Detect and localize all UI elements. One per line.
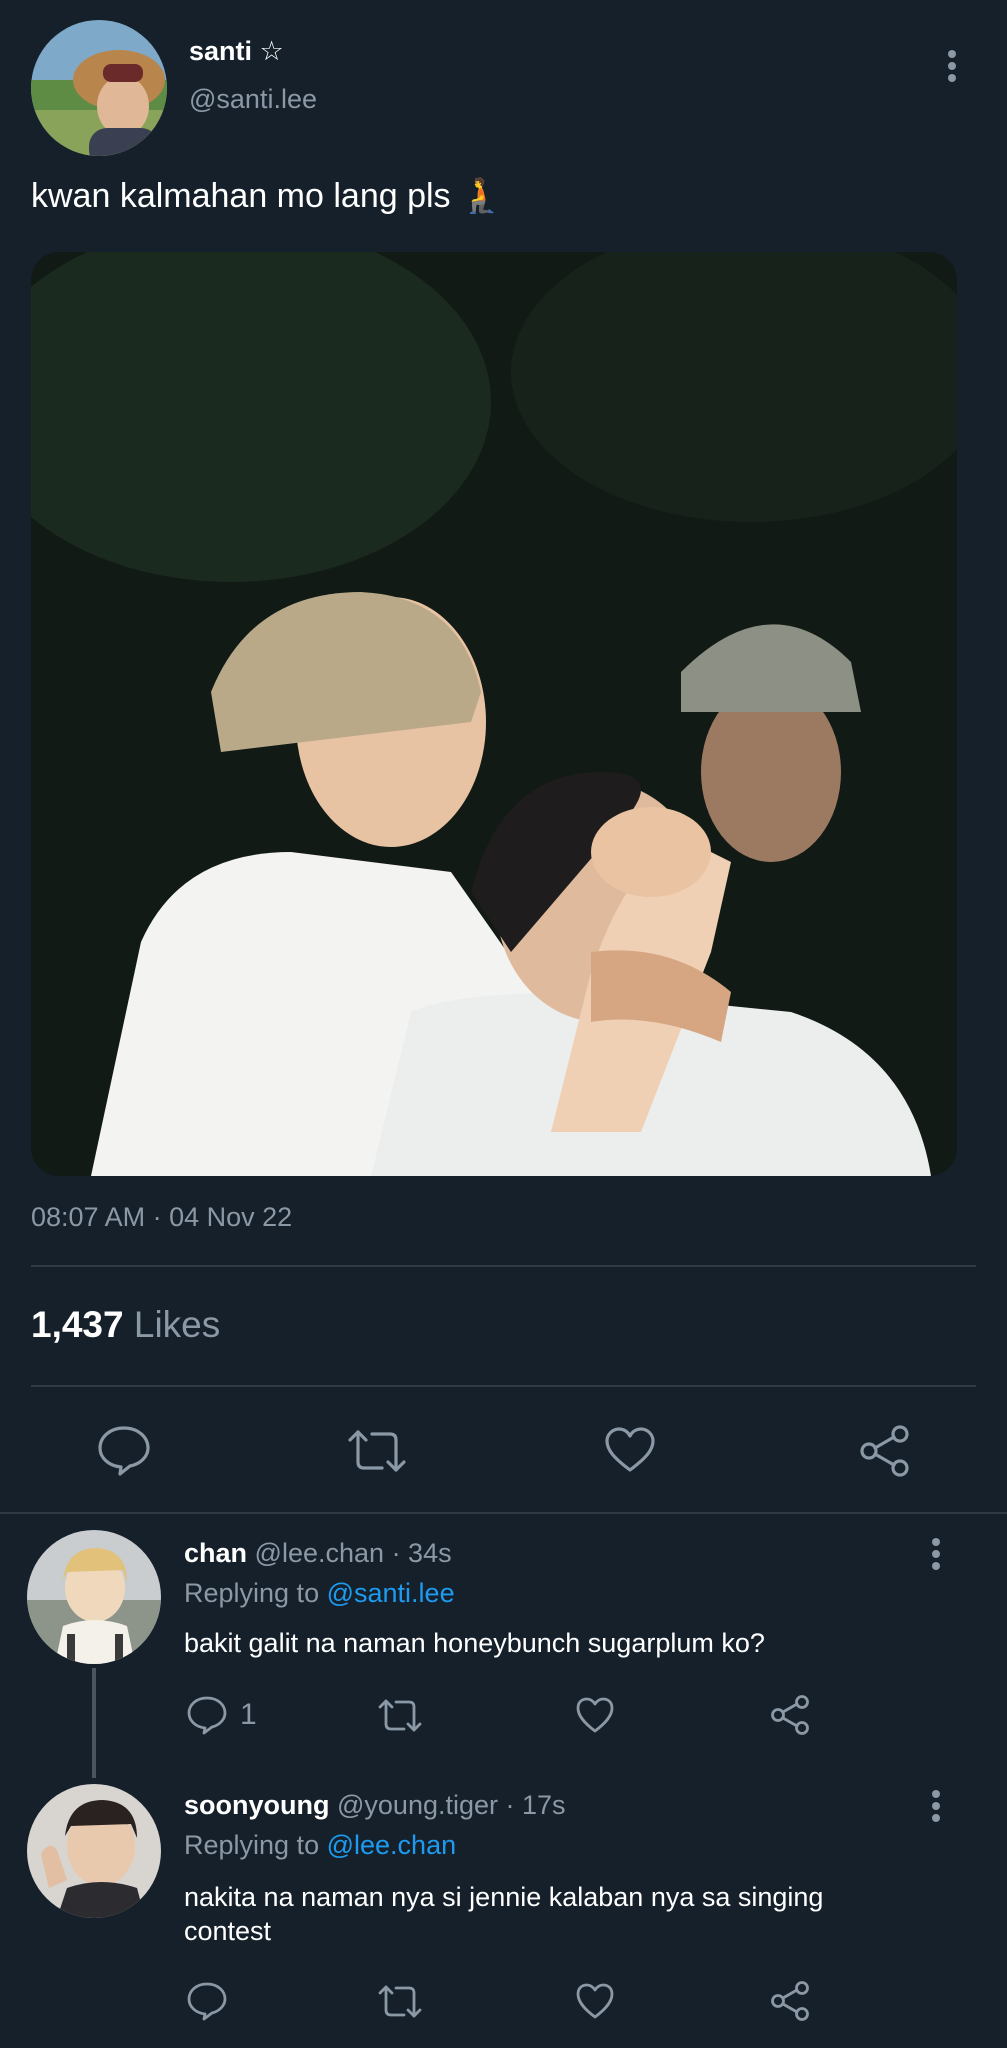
retweet-icon [378,1699,422,1732]
reply-more-icon[interactable] [929,1538,943,1574]
heart-icon [576,1697,614,1733]
reply-share-button[interactable] [769,1980,811,2027]
likes-label: Likes [133,1304,221,1345]
reply-like-button[interactable] [575,1982,615,2025]
reply-retweet-button[interactable] [377,1982,423,2027]
reply-author-handle[interactable]: @lee.chan [255,1538,385,1568]
retweet-icon [348,1430,406,1472]
retweet-icon [378,1985,422,2018]
reply-retweet-button[interactable] [377,1696,423,1741]
author-handle[interactable]: @santi.lee [189,84,317,115]
tweet-timestamp: 08:07 AM · 04 Nov 22 [31,1202,293,1232]
reply-time: · 17s [505,1790,566,1820]
replying-to-handle[interactable]: @santi.lee [327,1578,455,1608]
tweet-photo[interactable] [31,252,957,1176]
replying-to-prefix: Replying to [184,1830,320,1860]
reply-count: 1 [240,1698,257,1731]
replying-to-handle[interactable]: @lee.chan [327,1830,457,1860]
reply-author-name[interactable]: chan [184,1538,247,1568]
reply-avatar[interactable] [27,1530,161,1664]
reply-reply-button[interactable]: 1 [186,1693,257,1737]
tweet-more-icon[interactable] [945,50,959,86]
reply-avatar[interactable] [27,1784,161,1918]
likes-summary[interactable]: 1,437 Likes [31,1304,220,1346]
share-icon [860,1425,909,1477]
thread-line [92,1668,96,1778]
share-icon [771,1981,809,2021]
reply-like-button[interactable] [575,1696,615,1739]
author-name-row[interactable]: santi ☆ [189,36,284,67]
heart-icon [576,1983,614,2019]
tweet-text: kwan kalmahan mo lang pls 🧎 [31,177,503,215]
author-name[interactable]: santi [189,36,252,66]
reply-more-icon[interactable] [929,1790,943,1826]
author-avatar-image [31,20,167,156]
replying-to: Replying to @lee.chan [184,1830,456,1861]
reply-share-button[interactable] [769,1694,811,1741]
reply-text: bakit galit na naman honeybunch sugarplu… [184,1628,765,1658]
author-avatar[interactable] [31,20,167,156]
reply-time: · 34s [391,1538,452,1568]
reply-header: chan @lee.chan · 34s [184,1538,452,1569]
share-icon [771,1695,809,1735]
reply-header: soonyoung @young.tiger · 17s [184,1790,566,1821]
reply-icon [187,1696,227,1735]
reply-icon [187,1982,227,2021]
replying-to-prefix: Replying to [184,1578,320,1608]
reply-author-name[interactable]: soonyoung [184,1790,329,1820]
like-button[interactable] [604,1426,656,1474]
verified-star-icon: ☆ [259,36,284,66]
reply-author-handle[interactable]: @young.tiger [337,1790,498,1820]
likes-count: 1,437 [31,1304,124,1345]
tweet-photo-image [31,252,957,1176]
divider [31,1385,976,1387]
reply-reply-button[interactable] [186,1981,228,2026]
heart-icon [605,1427,655,1472]
replying-to: Replying to @santi.lee [184,1578,455,1609]
divider [0,1512,1007,1514]
share-button[interactable] [858,1424,912,1478]
reply-avatar-image [27,1530,161,1664]
retweet-button[interactable] [346,1426,408,1476]
divider [31,1265,976,1267]
reply-icon [98,1426,150,1476]
reply-button[interactable] [96,1424,152,1476]
reply-text: nakita na naman nya si jennie kalaban ny… [184,1882,824,1946]
reply-avatar-image [27,1784,161,1918]
